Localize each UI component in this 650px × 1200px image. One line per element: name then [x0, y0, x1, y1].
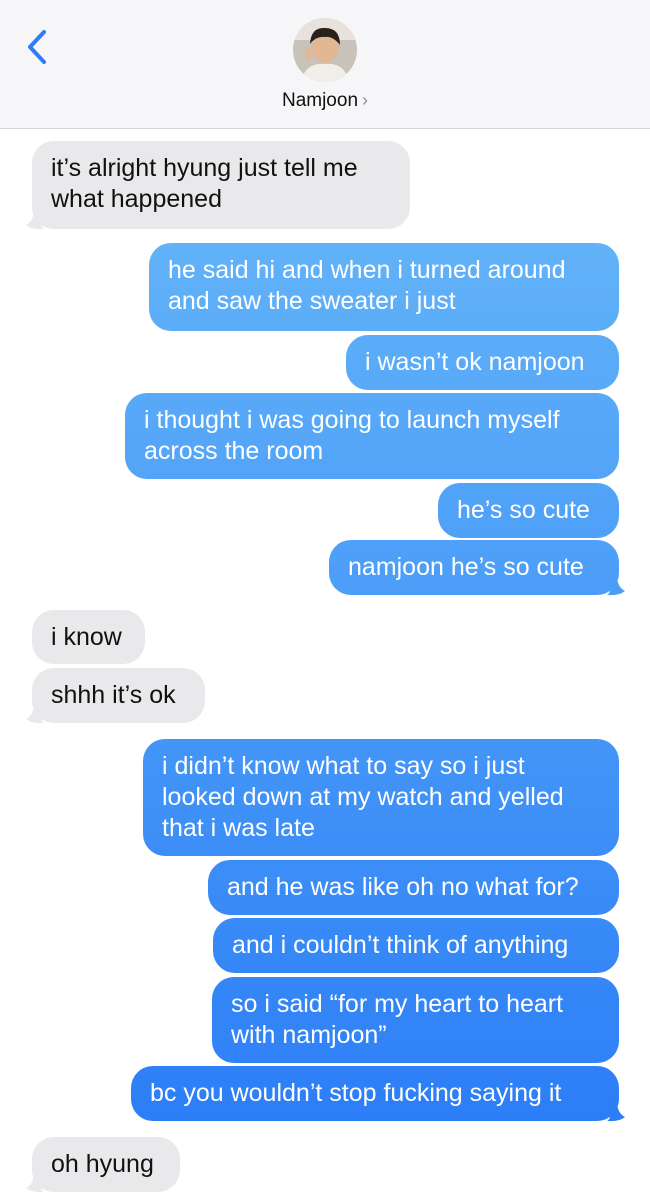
- message-text-line: it’s alright hyung just tell me: [51, 154, 358, 182]
- message-bubble[interactable]: i didn’t know what to say so i just looke…: [143, 739, 619, 856]
- message-text-line: shhh it’s ok: [51, 681, 176, 709]
- bubble-tail: [607, 575, 625, 596]
- message-bubble[interactable]: and i couldn’t think of anything: [213, 918, 619, 973]
- message-text-line: he’s so cute: [457, 496, 590, 524]
- message-text-line: and he was like oh no what for?: [227, 873, 579, 901]
- message-bubble[interactable]: shhh it’s ok: [32, 668, 205, 723]
- message-bubble[interactable]: so i said “for my heart to heart with nam…: [212, 977, 619, 1063]
- message-bubble[interactable]: namjoon he’s so cute: [329, 540, 619, 595]
- conversation-header: Namjoon ›: [0, 0, 650, 129]
- message-text-line: and saw the sweater i just: [168, 287, 456, 315]
- bubble-tail: [26, 209, 44, 230]
- message-text-line: he said hi and when i turned around: [168, 256, 566, 284]
- message-bubble[interactable]: oh hyung: [32, 1137, 180, 1192]
- message-text-line: i didn’t know what to say so i just: [162, 752, 525, 780]
- contact-name: Namjoon: [281, 90, 359, 111]
- message-text-line: across the room: [144, 437, 324, 465]
- bubble-tail: [26, 1172, 44, 1193]
- chevron-right-icon: ›: [362, 90, 369, 110]
- message-text-line: looked down at my watch and yelled: [162, 783, 564, 811]
- bubble-tail: [26, 703, 44, 724]
- message-text-line: oh hyung: [51, 1150, 154, 1178]
- message-bubble[interactable]: he said hi and when i turned around and s…: [149, 243, 619, 331]
- message-bubble[interactable]: bc you wouldn’t stop fucking saying it: [131, 1066, 619, 1121]
- message-text-line: so i said “for my heart to heart: [231, 990, 564, 1018]
- contact-avatar[interactable]: [293, 18, 357, 82]
- message-bubble[interactable]: and he was like oh no what for?: [208, 860, 619, 915]
- bubble-tail: [607, 1101, 625, 1122]
- message-bubble[interactable]: i know: [32, 610, 145, 664]
- contact-name-button[interactable]: Namjoon ›: [0, 90, 650, 112]
- message-text-line: i wasn’t ok namjoon: [365, 348, 585, 376]
- message-text-line: that i was late: [162, 814, 315, 842]
- message-text-line: i thought i was going to launch myself: [144, 406, 560, 434]
- message-text-line: what happened: [51, 185, 222, 213]
- message-text-line: bc you wouldn’t stop fucking saying it: [150, 1079, 562, 1107]
- message-text-line: namjoon he’s so cute: [348, 553, 584, 581]
- message-text-line: i know: [51, 623, 122, 651]
- message-bubble[interactable]: he’s so cute: [438, 483, 619, 538]
- message-thread[interactable]: it’s alright hyung just tell me what happ…: [0, 128, 650, 1200]
- message-bubble[interactable]: i thought i was going to launch myself ac…: [125, 393, 619, 479]
- back-button[interactable]: [22, 26, 54, 68]
- message-bubble[interactable]: i wasn’t ok namjoon: [346, 335, 619, 390]
- message-text-line: and i couldn’t think of anything: [232, 931, 569, 959]
- message-bubble[interactable]: it’s alright hyung just tell me what happ…: [32, 141, 410, 229]
- chevron-left-icon: [28, 30, 46, 64]
- message-text-line: with namjoon”: [231, 1021, 387, 1049]
- avatar-photo: [293, 18, 357, 82]
